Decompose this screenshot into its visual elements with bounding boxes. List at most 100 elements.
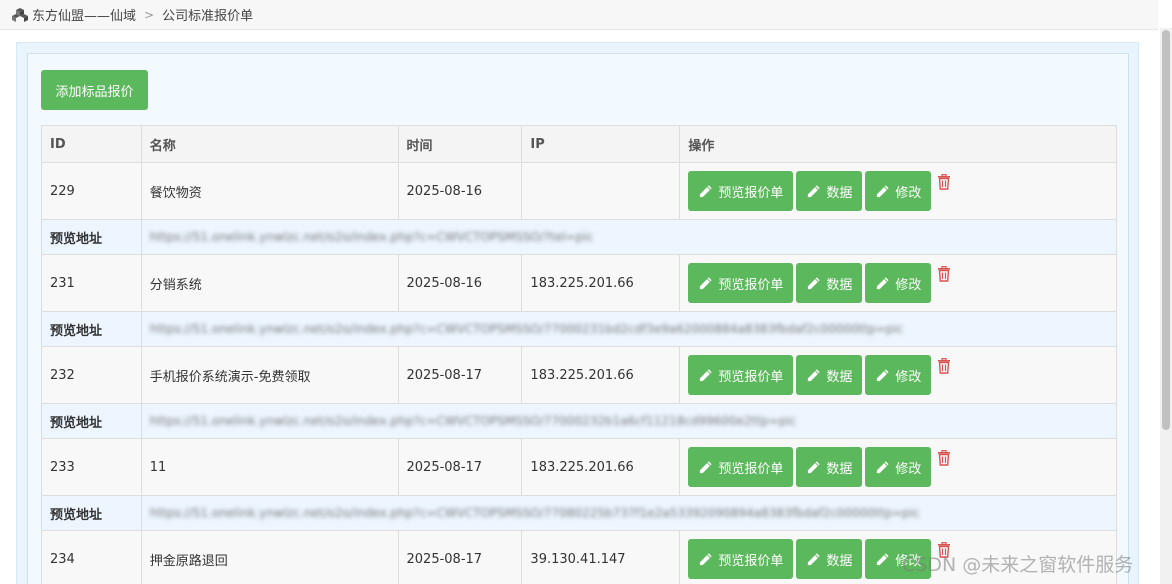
preview-quote-label: 预览报价单: [718, 553, 784, 569]
cell-id: 233: [41, 438, 142, 496]
cell-actions: 预览报价单 数据 修改: [679, 162, 1117, 220]
header-time: 时间: [397, 125, 523, 163]
cell-id: 232: [41, 346, 142, 404]
preview-url-row: 预览地址 https://51.onelink.ynwlzc.net/o2o/in…: [41, 495, 1118, 531]
preview-url-link[interactable]: https://51.onelink.ynwlzc.net/o2o/index.…: [150, 414, 797, 428]
delete-trash-icon[interactable]: [937, 450, 951, 466]
data-button-label: 数据: [826, 553, 853, 569]
header-ip: IP: [521, 125, 681, 163]
preview-quote-button[interactable]: 预览报价单: [688, 447, 794, 487]
cell-actions: 预览报价单 数据 修改: [679, 346, 1117, 404]
cell-time: 2025-08-16: [397, 254, 523, 312]
data-button-label: 数据: [826, 277, 853, 293]
preview-url-cell: https://51.onelink.ynwlzc.net/o2o/index.…: [140, 403, 1118, 439]
preview-url-label: 预览地址: [41, 495, 142, 531]
preview-url-label: 预览地址: [41, 403, 142, 439]
pencil-icon: [877, 184, 889, 197]
breadcrumb-separator: >: [144, 7, 155, 22]
preview-quote-button[interactable]: 预览报价单: [688, 355, 794, 395]
preview-quote-button[interactable]: 预览报价单: [688, 539, 794, 579]
header-actions: 操作: [679, 125, 1117, 163]
preview-url-cell: https://51.onelink.ynwlzc.net/o2o/index.…: [140, 219, 1118, 255]
edit-button-label: 修改: [895, 185, 922, 201]
preview-url-link[interactable]: https://51.onelink.ynwlzc.net/o2o/index.…: [150, 322, 904, 336]
cell-time: 2025-08-17: [397, 530, 523, 584]
edit-button[interactable]: 修改: [865, 171, 932, 211]
delete-trash-icon[interactable]: [937, 358, 951, 374]
cell-actions: 预览报价单 数据 修改: [679, 438, 1117, 496]
pencil-icon: [877, 552, 889, 565]
preview-quote-button[interactable]: 预览报价单: [688, 171, 794, 211]
cell-id: 231: [41, 254, 142, 312]
cell-name: 分销系统: [140, 254, 399, 312]
edit-button-label: 修改: [895, 277, 922, 293]
edit-button[interactable]: 修改: [865, 263, 932, 303]
breadcrumb-home-link[interactable]: 东方仙盟——仙域: [32, 5, 136, 24]
preview-url-row: 预览地址 https://51.onelink.ynwlzc.net/o2o/in…: [41, 219, 1118, 255]
preview-quote-button[interactable]: 预览报价单: [688, 263, 794, 303]
cell-ip: 39.130.41.147: [521, 530, 681, 584]
cell-id: 234: [41, 530, 142, 584]
preview-quote-label: 预览报价单: [718, 185, 784, 201]
cell-name: 11: [140, 438, 399, 496]
preview-quote-label: 预览报价单: [718, 369, 784, 385]
cell-name: 手机报价系统演示-免费领取: [140, 346, 399, 404]
preview-url-cell: https://51.onelink.ynwlzc.net/o2o/index.…: [140, 495, 1118, 531]
cell-id: 229: [41, 162, 142, 220]
table-row: 233 11 2025-08-17 183.225.201.66 预览报价单 数据 修改: [41, 438, 1117, 496]
pencil-icon: [877, 276, 889, 289]
scrollbar-thumb[interactable]: [1162, 30, 1170, 430]
pencil-icon: [700, 552, 712, 565]
pencil-icon: [808, 460, 820, 473]
edit-button-label: 修改: [895, 369, 922, 385]
preview-quote-label: 预览报价单: [718, 277, 784, 293]
cell-ip: 183.225.201.66: [521, 438, 681, 496]
table-row: 231 分销系统 2025-08-16 183.225.201.66 预览报价单 数据 修改: [41, 254, 1117, 312]
data-button[interactable]: 数据: [796, 355, 863, 395]
preview-url-label: 预览地址: [41, 311, 142, 347]
preview-url-link[interactable]: https://51.onelink.ynwlzc.net/o2o/index.…: [150, 230, 594, 244]
data-button[interactable]: 数据: [796, 447, 863, 487]
pencil-icon: [877, 368, 889, 381]
add-standard-quote-button[interactable]: 添加标品报价: [41, 70, 148, 110]
cubes-icon: [12, 7, 28, 22]
data-button-label: 数据: [826, 461, 853, 477]
content-wrapper: 添加标品报价 ID 名称 时间 IP 操作 229 餐饮物资 2025-08-16 预…: [16, 42, 1139, 584]
pencil-icon: [808, 276, 820, 289]
cell-time: 2025-08-17: [397, 438, 523, 496]
cell-name: 押金原路退回: [140, 530, 399, 584]
quote-table: ID 名称 时间 IP 操作 229 餐饮物资 2025-08-16 预览报价单 数据修…: [41, 125, 1118, 584]
header-name: 名称: [140, 125, 399, 163]
data-button[interactable]: 数据: [796, 171, 863, 211]
pencil-icon: [700, 276, 712, 289]
cell-name: 餐饮物资: [140, 162, 399, 220]
pencil-icon: [877, 460, 889, 473]
cell-ip: 183.225.201.66: [521, 254, 681, 312]
pencil-icon: [700, 368, 712, 381]
content-panel: 添加标品报价 ID 名称 时间 IP 操作 229 餐饮物资 2025-08-16 预…: [27, 53, 1129, 584]
edit-button-label: 修改: [895, 461, 922, 477]
delete-trash-icon[interactable]: [937, 266, 951, 282]
preview-url-label: 预览地址: [41, 219, 142, 255]
vertical-scrollbar[interactable]: [1160, 28, 1172, 584]
cell-time: 2025-08-17: [397, 346, 523, 404]
table-row: 232 手机报价系统演示-免费领取 2025-08-17 183.225.201.66…: [41, 346, 1117, 404]
table-header-row: ID 名称 时间 IP 操作: [41, 125, 1117, 163]
data-button-label: 数据: [826, 185, 853, 201]
cell-time: 2025-08-16: [397, 162, 523, 220]
table-row: 229 餐饮物资 2025-08-16 预览报价单 数据 修改: [41, 162, 1117, 220]
edit-button[interactable]: 修改: [865, 447, 932, 487]
data-button[interactable]: 数据: [796, 263, 863, 303]
pencil-icon: [808, 552, 820, 565]
header-id: ID: [41, 125, 142, 163]
pencil-icon: [700, 460, 712, 473]
data-button-label: 数据: [826, 369, 853, 385]
preview-url-link[interactable]: https://51.onelink.ynwlzc.net/o2o/index.…: [150, 506, 920, 520]
preview-url-row: 预览地址 https://51.onelink.ynwlzc.net/o2o/in…: [41, 403, 1118, 439]
pencil-icon: [808, 184, 820, 197]
edit-button[interactable]: 修改: [865, 355, 932, 395]
data-button[interactable]: 数据: [796, 539, 863, 579]
cell-ip: [521, 162, 681, 220]
delete-trash-icon[interactable]: [937, 174, 951, 190]
pencil-icon: [700, 184, 712, 197]
